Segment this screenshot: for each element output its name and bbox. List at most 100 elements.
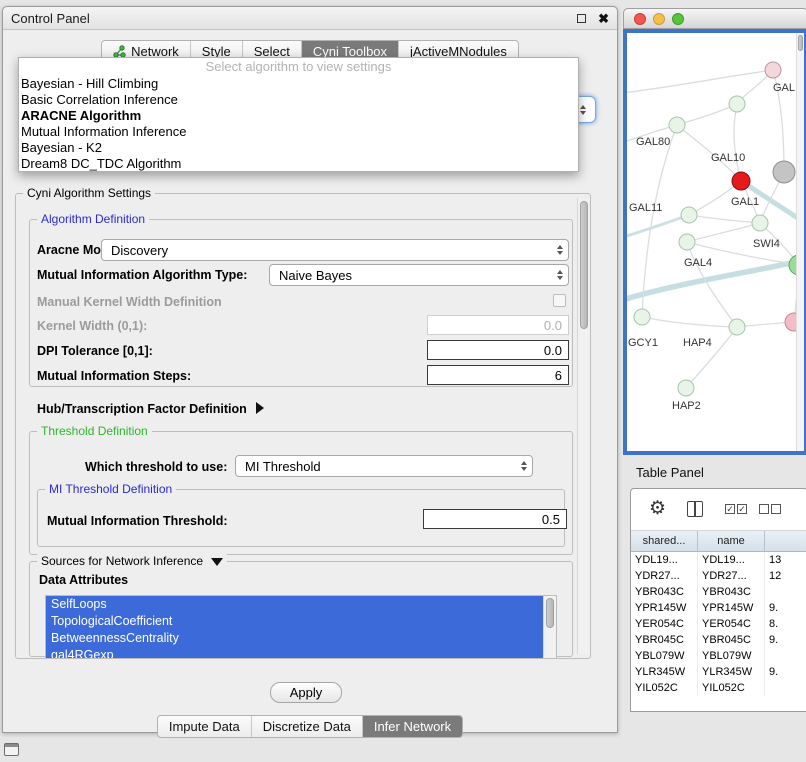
mi-threshold-field[interactable] xyxy=(423,509,567,529)
mi-type-combo[interactable]: Naive Bayes xyxy=(269,264,569,286)
tab-impute-data[interactable]: Impute Data xyxy=(158,716,251,737)
close-icon[interactable]: ✖ xyxy=(598,12,609,25)
settings-scrollbar-thumb[interactable] xyxy=(580,201,588,329)
attributes-scrollbar-track[interactable] xyxy=(543,596,556,659)
network-node[interactable] xyxy=(679,234,695,250)
dpi-tolerance-field[interactable] xyxy=(427,340,569,360)
network-node[interactable] xyxy=(678,380,694,396)
algorithm-definition-title: Algorithm Definition xyxy=(37,212,149,226)
cell: YPR145W xyxy=(631,600,698,616)
table-row[interactable]: YBR045C YBR045C 9. xyxy=(631,632,806,648)
cell: 9. xyxy=(765,664,806,680)
table-row[interactable]: YLR345W YLR345W 9. xyxy=(631,664,806,680)
cell: YIL052C xyxy=(631,680,698,696)
hub-section-label: Hub/Transcription Factor Definition xyxy=(37,402,247,416)
network-node[interactable] xyxy=(669,117,685,133)
deselect-all-checks-icon[interactable] xyxy=(759,504,781,514)
network-scrollbar-thumb[interactable] xyxy=(798,35,803,51)
gear-icon[interactable]: ⚙ xyxy=(649,497,666,520)
combo-arrows-icon xyxy=(557,265,563,285)
aracne-mode-combo[interactable]: Discovery xyxy=(101,239,569,261)
control-panel-title: Control Panel xyxy=(11,11,90,26)
apply-button[interactable]: Apply xyxy=(270,682,342,703)
cell: YBR043C xyxy=(698,584,765,600)
cell: YDR27... xyxy=(698,568,765,584)
table-panel-label: Table Panel xyxy=(636,465,704,480)
close-traffic-light[interactable] xyxy=(634,13,646,25)
table-row[interactable]: YPR145W YPR145W 9. xyxy=(631,600,806,616)
algorithm-dropdown-popup: Select algorithm to view settings Bayesi… xyxy=(18,57,579,172)
cell: YDR27... xyxy=(631,568,698,584)
cell: YIL052C xyxy=(698,680,765,696)
table-row[interactable]: YIL052C YIL052C xyxy=(631,680,806,696)
network-node[interactable] xyxy=(765,62,781,78)
table-row[interactable]: YER054C YER054C 8. xyxy=(631,616,806,632)
manual-kernel-checkbox[interactable] xyxy=(553,294,566,307)
columns-icon[interactable] xyxy=(687,501,703,517)
dropdown-item[interactable]: Bayesian - Hill Climbing xyxy=(19,76,578,92)
network-window-titlebar[interactable] xyxy=(623,8,806,29)
minimize-traffic-light[interactable] xyxy=(653,13,665,25)
minimized-panel-icon[interactable] xyxy=(4,743,19,756)
network-node[interactable] xyxy=(729,96,745,112)
sources-title[interactable]: Sources for Network Inference xyxy=(37,554,227,568)
select-all-checks-icon[interactable]: ✓✓ xyxy=(725,504,747,514)
mi-type-value: Naive Bayes xyxy=(279,268,352,283)
table-row[interactable]: YBR043C YBR043C xyxy=(631,584,806,600)
threshold-definition-title: Threshold Definition xyxy=(37,424,152,438)
data-attributes-list[interactable]: SelfLoops TopologicalCoefficient Between… xyxy=(45,595,557,659)
column-header[interactable]: shared... xyxy=(631,531,698,551)
cell: YBR045C xyxy=(698,632,765,648)
svg-text:SWI4: SWI4 xyxy=(753,238,780,250)
network-node[interactable] xyxy=(729,319,745,335)
cell: 12 xyxy=(765,568,806,584)
dropdown-placeholder: Select algorithm to view settings xyxy=(19,58,578,76)
list-item-selected[interactable]: SelfLoops xyxy=(46,596,543,613)
bottom-tabbar: Impute Data Discretize Data Infer Networ… xyxy=(3,715,617,738)
float-window-icon[interactable] xyxy=(577,14,586,23)
network-node-selected[interactable] xyxy=(732,172,750,190)
dropdown-item[interactable]: Dream8 DC_TDC Algorithm xyxy=(19,156,578,172)
column-header[interactable] xyxy=(765,531,806,551)
table-row[interactable]: YDR27... YDR27... 12 xyxy=(631,568,806,584)
table-row[interactable]: YDL19... YDL19... 13 xyxy=(631,552,806,568)
network-scrollbar-track[interactable] xyxy=(796,33,804,451)
cell: YDL19... xyxy=(631,552,698,568)
column-header[interactable]: name xyxy=(698,531,765,551)
tab-discretize-data[interactable]: Discretize Data xyxy=(251,716,362,737)
hub-section-toggle[interactable]: Hub/Transcription Factor Definition xyxy=(37,402,264,416)
list-item-selected[interactable]: BetweennessCentrality xyxy=(46,630,543,647)
dropdown-item[interactable]: Bayesian - K2 xyxy=(19,140,578,156)
cell: YER054C xyxy=(631,616,698,632)
network-canvas[interactable]: GAL GAL80 GAL10 GAL11 GAL1 SWI4 GAL4 GCY… xyxy=(627,33,804,451)
attributes-scrollbar-thumb[interactable] xyxy=(546,598,554,628)
settings-scrollbar-track[interactable] xyxy=(577,198,590,654)
which-threshold-combo[interactable]: MI Threshold xyxy=(235,455,533,477)
zoom-traffic-light[interactable] xyxy=(672,13,684,25)
network-node[interactable] xyxy=(773,161,795,183)
tab-discretize-data-label: Discretize Data xyxy=(263,719,351,734)
list-item-selected[interactable]: gal4RGexp xyxy=(46,647,543,659)
cell xyxy=(765,584,806,600)
network-node[interactable] xyxy=(634,309,650,325)
network-nodes[interactable] xyxy=(634,62,804,396)
which-threshold-label: Which threshold to use: xyxy=(85,460,227,474)
dropdown-item-selected[interactable]: ARACNE Algorithm xyxy=(19,108,578,124)
dropdown-item[interactable]: Basic Correlation Inference xyxy=(19,92,578,108)
network-canvas-frame: GAL GAL80 GAL10 GAL11 GAL1 SWI4 GAL4 GCY… xyxy=(623,29,806,455)
cell: 9. xyxy=(765,600,806,616)
cell xyxy=(765,648,806,664)
dropdown-item[interactable]: Mutual Information Inference xyxy=(19,124,578,140)
table-row[interactable]: YBL079W YBL079W xyxy=(631,648,806,664)
combo-arrows-icon xyxy=(521,456,527,476)
network-node[interactable] xyxy=(681,207,697,223)
svg-text:GAL10: GAL10 xyxy=(711,152,745,164)
combo-arrows-icon xyxy=(557,240,563,260)
cell: YDL19... xyxy=(698,552,765,568)
list-item-selected[interactable]: TopologicalCoefficient xyxy=(46,613,543,630)
mi-steps-field[interactable] xyxy=(427,365,569,385)
kernel-width-field[interactable] xyxy=(427,315,569,335)
tab-infer-network[interactable]: Infer Network xyxy=(362,716,462,737)
control-panel-titlebar: Control Panel ✖ xyxy=(3,7,617,30)
network-node[interactable] xyxy=(752,215,768,231)
